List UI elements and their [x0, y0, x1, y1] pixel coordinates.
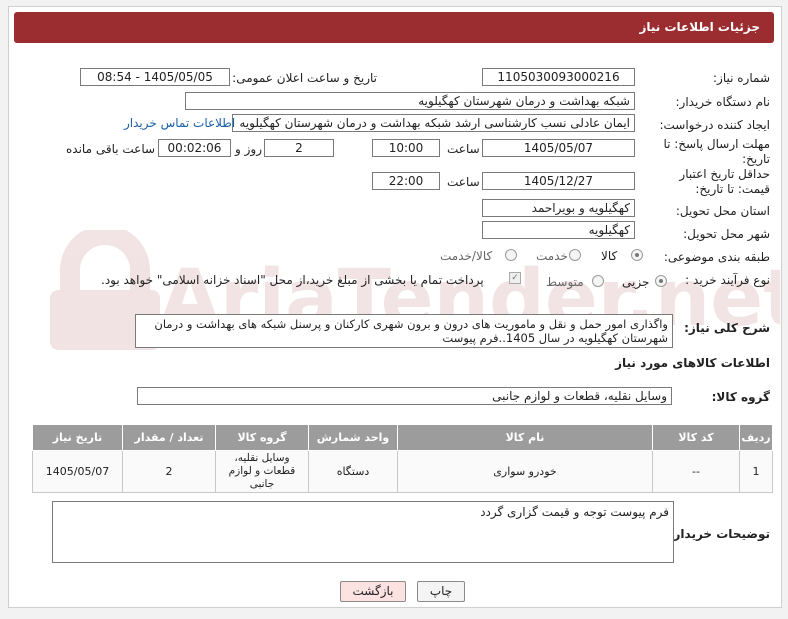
process-option-medium: متوسط	[546, 275, 584, 289]
reply-time-label: ساعت	[447, 142, 480, 156]
price-deadline-label: حداقل تاریخ اعتبار قیمت: تا تاریخ:	[679, 167, 770, 196]
province-field[interactable]: کهگیلویه و بویراحمد	[482, 199, 635, 217]
reply-time-field[interactable]: 10:00	[372, 139, 440, 157]
need-number-label: شماره نیاز:	[713, 71, 770, 85]
buyer-notes-label: توضیحات خریدار:	[668, 527, 770, 541]
cell-group: وسایل نقلیه، قطعات و لوازم جانبی	[215, 450, 309, 493]
remaining-label: ساعت باقی مانده	[66, 142, 156, 156]
col-quantity: تعداد / مقدار	[122, 424, 216, 451]
cell-name: خودرو سواری	[397, 450, 653, 493]
announce-label: تاریخ و ساعت اعلان عمومی:	[232, 71, 377, 85]
col-code: کد کالا	[652, 424, 740, 451]
province-label: استان محل تحویل:	[675, 204, 770, 218]
col-row: ردیف	[739, 424, 773, 451]
need-number-field[interactable]: 1105030093000216	[482, 68, 635, 86]
price-time-label: ساعت	[447, 175, 480, 189]
col-name: نام کالا	[397, 424, 653, 451]
table-row: 1 -- خودرو سواری دستگاه وسایل نقلیه، قطع…	[32, 450, 773, 493]
back-button[interactable]: بازگشت	[340, 581, 406, 602]
price-time-field[interactable]: 22:00	[372, 172, 440, 190]
treasury-checkbox[interactable]: ✓	[509, 272, 521, 284]
process-radio-medium[interactable]	[592, 275, 604, 287]
cell-row: 1	[739, 450, 773, 493]
description-label: شرح کلی نیاز:	[684, 321, 770, 335]
cell-unit: دستگاه	[308, 450, 398, 493]
page-title: جزئیات اطلاعات نیاز	[639, 20, 760, 34]
category-radio-service[interactable]	[569, 249, 581, 261]
category-radio-goods[interactable]	[631, 249, 643, 261]
reply-date-field[interactable]: 1405/05/07	[482, 139, 635, 157]
payment-note: پرداخت تمام یا بخشی از مبلغ خرید،از محل …	[101, 273, 484, 287]
category-radio-both[interactable]	[505, 249, 517, 261]
process-radio-minor[interactable]	[655, 275, 667, 287]
category-label: طبقه بندی موضوعی:	[663, 250, 770, 264]
goods-info-title: اطلاعات کالاهای مورد نیاز	[615, 356, 770, 370]
description-box[interactable]: واگذاری امور حمل و نقل و ماموریت های درو…	[135, 314, 673, 348]
remaining-field[interactable]: 00:02:06	[158, 139, 231, 157]
category-option-goods: کالا	[601, 249, 618, 263]
goods-group-field[interactable]: وسایل نقلیه، قطعات و لوازم جانبی	[137, 387, 672, 405]
col-unit: واحد شمارش	[308, 424, 398, 451]
days-field[interactable]: 2	[264, 139, 334, 157]
days-label: روز و	[235, 142, 262, 156]
table-header-row: ردیف کد کالا نام کالا واحد شمارش گروه کا…	[32, 424, 773, 451]
cell-code: --	[652, 450, 740, 493]
process-option-minor: جزیی	[622, 275, 650, 289]
announce-field[interactable]: 1405/05/05 - 08:54	[80, 68, 230, 86]
price-date-field[interactable]: 1405/12/27	[482, 172, 635, 190]
city-field[interactable]: کهگیلویه	[482, 221, 635, 239]
city-label: شهر محل تحویل:	[683, 227, 770, 241]
buyer-org-field[interactable]: شبکه بهداشت و درمان شهرستان کهگیلویه	[185, 92, 635, 110]
col-date: تاریخ نیاز	[32, 424, 123, 451]
page-header: جزئیات اطلاعات نیاز	[14, 12, 774, 43]
cell-quantity: 2	[122, 450, 216, 493]
process-label: نوع فرآیند خرید :	[685, 273, 770, 287]
buyer-notes-box[interactable]: فرم پیوست توجه و قیمت گزاری گردد	[52, 501, 674, 563]
cell-date: 1405/05/07	[32, 450, 123, 493]
category-option-both: کالا/خدمت	[440, 249, 493, 263]
goods-group-label: گروه کالا:	[711, 390, 770, 404]
reply-deadline-label: مهلت ارسال پاسخ: تا تاریخ:	[663, 137, 770, 166]
goods-table: ردیف کد کالا نام کالا واحد شمارش گروه کا…	[32, 424, 773, 493]
col-group: گروه کالا	[215, 424, 309, 451]
print-button[interactable]: چاپ	[417, 581, 465, 602]
buyer-org-label: نام دستگاه خریدار:	[675, 95, 771, 109]
requester-field[interactable]: ایمان عادلی نسب کارشناسی ارشد شبکه بهداش…	[232, 114, 635, 132]
requester-label: ایجاد کننده درخواست:	[659, 118, 770, 132]
category-option-service: خدمت	[536, 249, 568, 263]
buyer-contact-link[interactable]: اطلاعات تماس خریدار	[124, 116, 235, 130]
